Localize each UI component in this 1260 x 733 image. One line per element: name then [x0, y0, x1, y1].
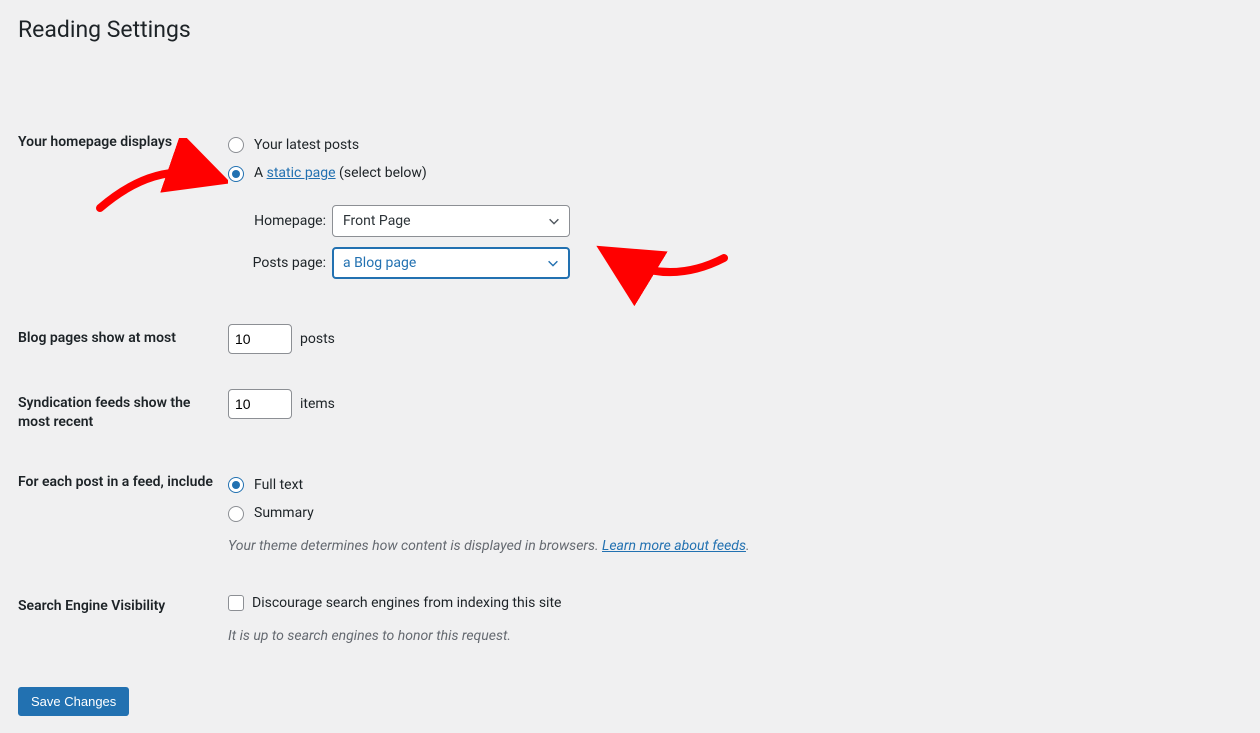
- save-button[interactable]: Save Changes: [18, 687, 129, 716]
- discourage-search-label: Discourage search engines from indexing …: [252, 592, 561, 614]
- static-page-link[interactable]: static page: [267, 165, 336, 181]
- radio-full-text-label: Full text: [254, 474, 303, 496]
- syndication-unit: items: [300, 393, 335, 415]
- blog-pages-unit: posts: [300, 328, 335, 350]
- search-visibility-label: Search Engine Visibility: [18, 577, 228, 667]
- syndication-label: Syndication feeds show the most recent: [18, 374, 228, 453]
- learn-more-feeds-link[interactable]: Learn more about feeds: [602, 538, 746, 554]
- search-visibility-note: It is up to search engines to honor this…: [228, 625, 1232, 647]
- radio-summary-label: Summary: [254, 502, 314, 524]
- radio-summary[interactable]: [228, 506, 244, 522]
- feed-note-prefix: Your theme determines how content is dis…: [228, 538, 602, 554]
- homepage-displays-label: Your homepage displays: [18, 113, 228, 309]
- radio-latest-posts[interactable]: [228, 137, 244, 153]
- chevron-down-icon: [546, 256, 560, 270]
- feed-note-suffix: .: [746, 538, 750, 554]
- page-title: Reading Settings: [18, 0, 1242, 53]
- settings-table: Your homepage displays Your latest posts…: [18, 113, 1242, 667]
- posts-page-select-value: a Blog page: [343, 252, 416, 274]
- homepage-select-label: Homepage:: [228, 210, 326, 232]
- radio-static-page-label: A static page (select below): [254, 162, 427, 184]
- posts-page-select[interactable]: a Blog page: [332, 247, 570, 279]
- feed-include-description: Your theme determines how content is dis…: [228, 535, 1232, 557]
- syndication-input[interactable]: [228, 389, 292, 419]
- discourage-search-checkbox[interactable]: [228, 595, 244, 611]
- radio-full-text[interactable]: [228, 477, 244, 493]
- radio-latest-posts-label: Your latest posts: [254, 134, 359, 156]
- radio-static-page[interactable]: [228, 166, 244, 182]
- blog-pages-input[interactable]: [228, 324, 292, 354]
- blog-pages-label: Blog pages show at most: [18, 309, 228, 374]
- static-suffix: (select below): [336, 165, 427, 181]
- homepage-select[interactable]: Front Page: [332, 205, 570, 237]
- posts-page-select-label: Posts page:: [228, 252, 326, 274]
- homepage-select-value: Front Page: [343, 210, 411, 232]
- feed-include-label: For each post in a feed, include: [18, 453, 228, 577]
- chevron-down-icon: [547, 214, 561, 228]
- static-prefix: A: [254, 165, 267, 181]
